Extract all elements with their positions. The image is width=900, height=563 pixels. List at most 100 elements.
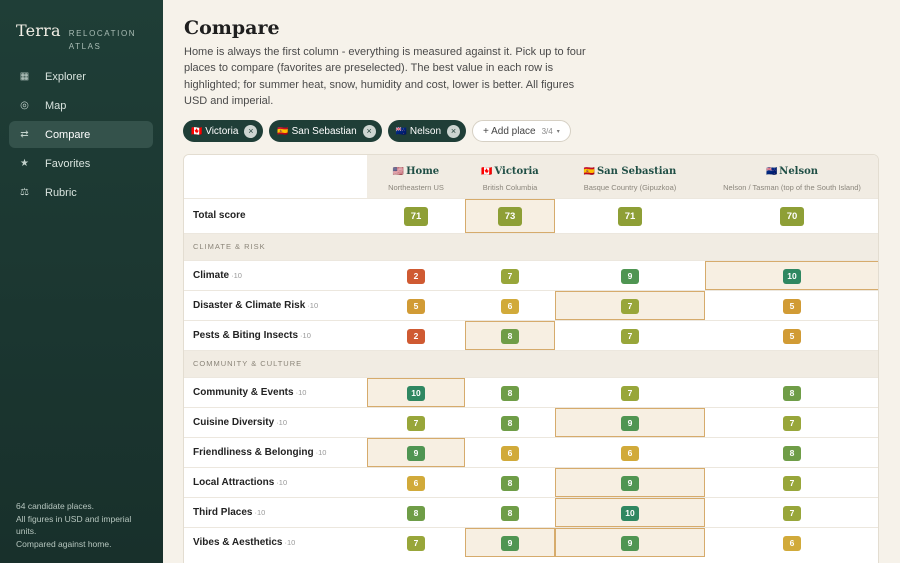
metric-name: Local Attractions <box>193 476 275 488</box>
score-badge: 9 <box>621 416 639 431</box>
flag-icon: 🇪🇸 <box>277 125 289 136</box>
metric-name: Vibes & Aesthetics <box>193 536 283 548</box>
metric-scale: ·10 <box>300 330 311 340</box>
row-label: Community & Events ·10 <box>184 376 367 407</box>
score-badge: 7 <box>407 416 425 431</box>
column-name: Home <box>406 165 440 177</box>
sidebar-item-favorites[interactable]: ★ Favorites <box>9 150 153 177</box>
table-row: Pests & Biting Insects ·10 2 8 7 5 <box>184 319 878 350</box>
flag-icon: 🇳🇿 <box>765 165 778 176</box>
column-region: Northeastern US <box>388 182 444 192</box>
score-cell: 9 <box>555 466 705 497</box>
row-label: Cuisine Diversity ·10 <box>184 406 367 437</box>
brand-name: Terra <box>16 21 61 40</box>
place-chip-san-sebastian[interactable]: 🇪🇸 San Sebastian × <box>269 120 382 142</box>
row-label: Third Places ·10 <box>184 496 367 527</box>
sidebar-item-label: Rubric <box>45 186 77 199</box>
place-chip-nelson[interactable]: 🇳🇿 Nelson × <box>387 120 467 142</box>
score-badge: 7 <box>501 269 519 284</box>
section-row: CLIMATE & RISK <box>184 232 878 260</box>
add-place-button[interactable]: + Add place 3/4 ▾ <box>472 120 571 142</box>
chevron-down-icon: ▾ <box>556 128 560 135</box>
metric-name: Community & Events <box>193 386 294 398</box>
metric-scale: ·10 <box>315 447 327 457</box>
sidebar-item-map[interactable]: ◎ Map <box>9 92 153 119</box>
score-badge: 6 <box>501 446 519 461</box>
add-place-count: 3/4 <box>541 126 553 136</box>
column-region: British Columbia <box>482 182 538 192</box>
score-cell: 7 <box>555 289 705 320</box>
grid-icon: ▦ <box>19 71 30 82</box>
total-score-row: Total score 71 73 71 70 <box>184 197 878 233</box>
metric-scale: ·10 <box>295 387 307 397</box>
scale-icon: ⚖ <box>20 187 29 198</box>
metric-name: Total score <box>193 210 246 221</box>
sidebar-item-compare[interactable]: ⇄ Compare <box>9 121 153 148</box>
score-cell: 6 <box>367 466 465 497</box>
score-badge: 7 <box>783 506 801 521</box>
column-header-san-sebastian[interactable]: 🇪🇸 San Sebastian Basque Country (Gipuzkoa) <box>555 155 705 198</box>
score-badge: 6 <box>501 299 519 314</box>
score-cell: 7 <box>705 406 878 437</box>
score-cell: 9 <box>555 406 705 437</box>
score-badge: 10 <box>407 386 425 401</box>
score-cell: 70 <box>705 197 878 233</box>
score-badge: 9 <box>621 269 639 284</box>
score-badge: 7 <box>783 416 801 431</box>
score-cell: 7 <box>367 406 465 437</box>
metric-name: Pests & Biting Insects <box>193 329 299 341</box>
score-cell: 8 <box>705 436 878 467</box>
brand[interactable]: Terra RELOCATION ATLAS <box>16 21 139 53</box>
score-cell: 6 <box>555 436 705 467</box>
score-cell: 5 <box>367 289 465 320</box>
brand-tagline: RELOCATION ATLAS <box>68 29 137 51</box>
remove-chip-close-icon[interactable]: × <box>244 124 258 138</box>
score-cell: 8 <box>465 406 555 437</box>
sidebar-item-explorer[interactable]: ▦ Explorer <box>9 63 153 90</box>
section-label: CLIMATE & RISK <box>184 232 878 260</box>
remove-chip-close-icon[interactable]: × <box>447 124 461 138</box>
score-badge: 6 <box>621 446 639 461</box>
metric-name: Climate <box>193 269 230 281</box>
flag-icon: 🇨🇦 <box>191 125 203 136</box>
section-row: COMMUNITY & CULTURE <box>184 349 878 377</box>
column-region: Basque Country (Gipuzkoa) <box>583 182 677 192</box>
row-label: Climate ·10 <box>184 259 367 290</box>
score-badge: 7 <box>621 386 639 401</box>
column-header-victoria[interactable]: 🇨🇦 Victoria British Columbia <box>465 155 555 198</box>
score-cell: 5 <box>705 319 878 350</box>
column-header-home[interactable]: 🇺🇸 Home Northeastern US <box>367 155 465 198</box>
score-badge: 8 <box>783 446 801 461</box>
sidebar-item-rubric[interactable]: ⚖ Rubric <box>9 179 153 206</box>
score-badge: 9 <box>621 536 639 552</box>
score-cell: 8 <box>465 466 555 497</box>
column-name: Nelson <box>779 165 819 177</box>
column-header-nelson[interactable]: 🇳🇿 Nelson Nelson / Tasman (top of the Sout… <box>705 155 878 198</box>
footer-line-home: Compared against home. <box>16 538 112 549</box>
sidebar: Terra RELOCATION ATLAS ▦ Explorer ◎ Map ⇄ Com… <box>0 0 163 563</box>
metric-scale: ·10 <box>254 507 266 517</box>
header-corner <box>184 155 367 198</box>
comparison-table: 🇺🇸 Home Northeastern US 🇨🇦 Victoria British C… <box>183 154 879 563</box>
total-score-badge: 70 <box>780 206 804 226</box>
score-cell: 7 <box>555 319 705 350</box>
score-cell: 7 <box>705 496 878 527</box>
chip-label: San Sebastian <box>291 125 357 137</box>
score-badge: 7 <box>621 329 639 344</box>
metric-scale: ·10 <box>231 270 242 280</box>
score-badge: 2 <box>407 329 425 344</box>
score-badge: 9 <box>407 446 425 461</box>
remove-chip-close-icon[interactable]: × <box>362 124 376 138</box>
chip-label: Victoria <box>205 125 239 137</box>
score-badge: 6 <box>407 476 425 491</box>
score-cell: 9 <box>555 526 705 557</box>
metric-name: Cuisine Diversity <box>193 416 275 428</box>
score-cell: 9 <box>367 436 465 467</box>
place-chip-victoria[interactable]: 🇨🇦 Victoria × <box>183 120 264 142</box>
page-title: Compare <box>184 17 280 39</box>
score-cell: 6 <box>465 289 555 320</box>
score-cell: 71 <box>555 197 705 233</box>
flag-icon: 🇨🇦 <box>481 165 493 176</box>
footer-line-candidates: 64 candidate places. <box>16 501 94 511</box>
sidebar-item-label: Map <box>45 99 67 112</box>
